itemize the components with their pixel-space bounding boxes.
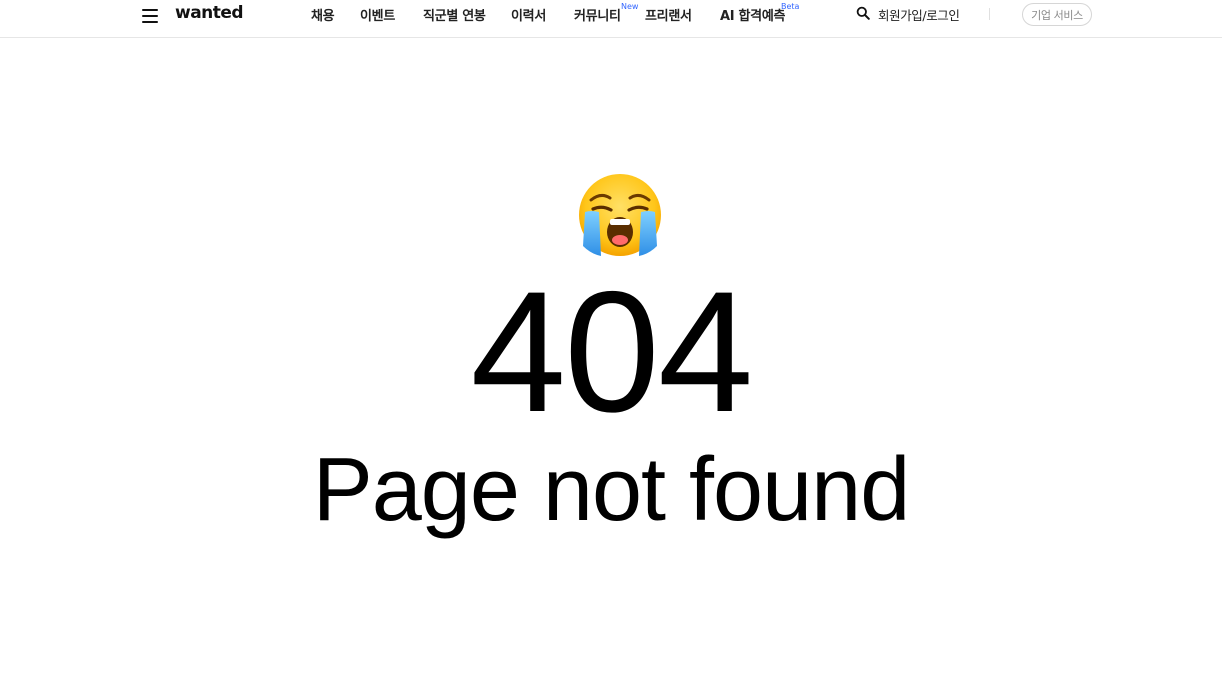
new-badge: New: [621, 2, 639, 11]
nav-item-salary[interactable]: 직군별 연봉: [423, 5, 486, 24]
wanted-logo[interactable]: wanted: [175, 3, 244, 23]
nav-item-resume[interactable]: 이력서: [511, 5, 546, 24]
error-message: Page not found: [312, 440, 911, 540]
beta-badge: Beta: [781, 2, 800, 11]
hamburger-menu-icon[interactable]: [141, 8, 159, 24]
crying-face-icon: [579, 174, 661, 256]
nav-item-freelancer[interactable]: 프리랜서: [645, 5, 692, 24]
nav-item-ai-prediction[interactable]: AI 합격예측 Beta: [720, 2, 799, 24]
signup-login-link[interactable]: 회원가입/로그인: [878, 5, 960, 24]
search-icon[interactable]: [856, 6, 870, 20]
top-header: wanted 채용 이벤트 직군별 연봉 이력서 커뮤니티 New 프리랜서 A…: [0, 0, 1222, 38]
nav-item-community[interactable]: 커뮤니티 New: [574, 2, 638, 24]
business-service-button[interactable]: 기업 서비스: [1022, 3, 1092, 26]
nav-item-jobs[interactable]: 채용: [311, 5, 335, 24]
nav-item-events[interactable]: 이벤트: [360, 5, 395, 24]
header-divider: [989, 8, 990, 20]
error-code: 404: [470, 256, 754, 448]
